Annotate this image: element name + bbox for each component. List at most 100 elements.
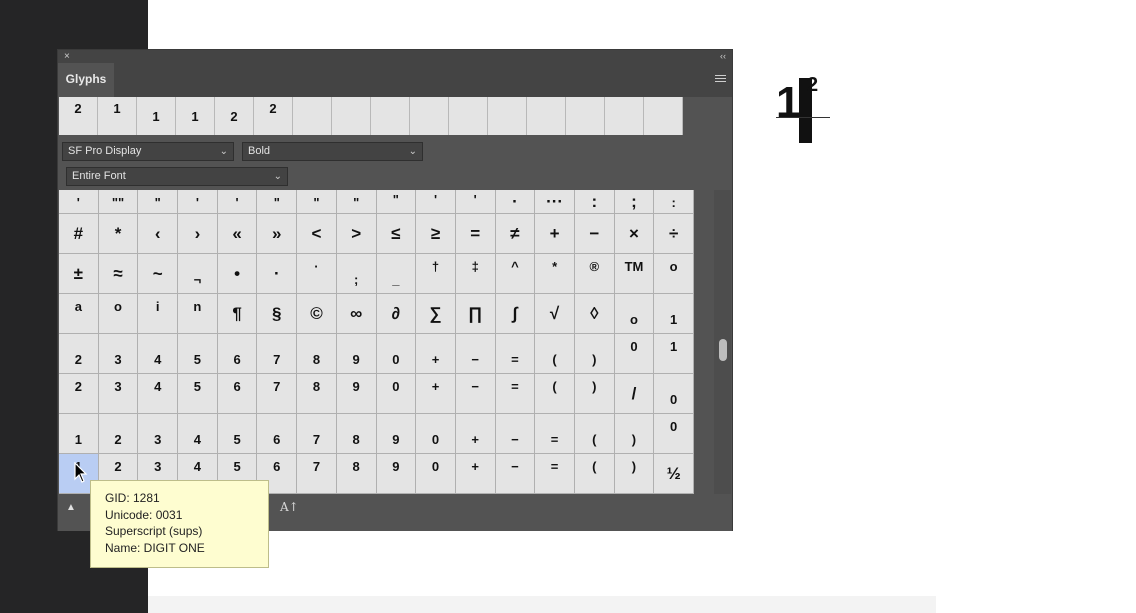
- glyph-cell[interactable]: 0: [416, 454, 456, 493]
- glyph-cell[interactable]: ≈: [99, 254, 139, 293]
- glyph-cell[interactable]: 8: [297, 374, 337, 413]
- glyph-cell[interactable]: −: [496, 414, 536, 453]
- glyph-cell[interactable]: *: [99, 214, 139, 253]
- glyph-cell[interactable]: (: [535, 334, 575, 373]
- glyph-cell[interactable]: ': [59, 190, 99, 213]
- glyph-cell[interactable]: 2: [59, 334, 99, 373]
- glyph-cell[interactable]: ∂: [377, 294, 417, 333]
- recent-glyph-cell[interactable]: [488, 97, 527, 135]
- glyph-cell[interactable]: ·: [496, 190, 536, 213]
- glyph-cell[interactable]: ‹: [138, 214, 179, 253]
- glyph-cell[interactable]: ©: [297, 294, 337, 333]
- glyph-cell[interactable]: =: [535, 454, 575, 493]
- glyph-cell[interactable]: i: [138, 294, 179, 333]
- glyph-cell[interactable]: 6: [257, 414, 298, 453]
- recent-glyph-cell[interactable]: 2: [254, 97, 293, 135]
- glyph-cell[interactable]: ≠: [496, 214, 536, 253]
- recent-glyph-cell[interactable]: [293, 97, 332, 135]
- glyph-cell[interactable]: _: [377, 254, 417, 293]
- glyph-cell[interactable]: +: [456, 414, 496, 453]
- glyph-cell[interactable]: ×: [615, 214, 655, 253]
- glyph-cell[interactable]: »: [257, 214, 298, 253]
- recent-glyph-cell[interactable]: [605, 97, 644, 135]
- glyph-cell[interactable]: a: [59, 294, 99, 333]
- glyph-cell[interactable]: (: [535, 374, 575, 413]
- glyph-cell[interactable]: 5: [218, 414, 258, 453]
- glyph-cell[interactable]: ÷: [654, 214, 694, 253]
- glyph-cell[interactable]: «: [218, 214, 258, 253]
- glyph-cell[interactable]: n: [178, 294, 218, 333]
- glyph-cell[interactable]: ◊: [575, 294, 615, 333]
- close-icon[interactable]: ×: [64, 50, 70, 63]
- glyph-cell[interactable]: o: [654, 254, 694, 293]
- recent-glyph-cell[interactable]: [644, 97, 683, 135]
- glyph-cell[interactable]: ±: [59, 254, 99, 293]
- glyph-cell[interactable]: ': [416, 190, 456, 213]
- recent-glyph-cell[interactable]: [566, 97, 605, 135]
- glyph-cell[interactable]: ·: [297, 254, 337, 293]
- glyph-cell[interactable]: ···: [535, 190, 575, 213]
- glyph-cell[interactable]: "": [99, 190, 139, 213]
- panel-title-bar[interactable]: × ‹‹: [58, 50, 732, 63]
- glyph-cell[interactable]: =: [496, 374, 536, 413]
- mountain-small-icon[interactable]: ▲: [66, 502, 76, 513]
- glyph-cell[interactable]: 7: [257, 334, 298, 373]
- glyph-cell[interactable]: 1: [59, 414, 99, 453]
- glyph-cell[interactable]: ): [575, 374, 615, 413]
- glyph-cell[interactable]: TM: [615, 254, 655, 293]
- glyph-cell[interactable]: 3: [138, 414, 179, 453]
- glyph-cell[interactable]: ": [138, 190, 179, 213]
- glyph-cell[interactable]: 8: [297, 334, 337, 373]
- glyph-cell[interactable]: ≥: [416, 214, 456, 253]
- glyph-cell[interactable]: 3: [99, 334, 139, 373]
- glyph-cell[interactable]: 6: [218, 374, 258, 413]
- glyph-cell[interactable]: o: [615, 294, 655, 333]
- glyph-cell[interactable]: ~: [138, 254, 179, 293]
- glyph-cell[interactable]: 4: [138, 334, 179, 373]
- recent-glyph-cell[interactable]: [527, 97, 566, 135]
- glyph-cell[interactable]: 5: [178, 374, 218, 413]
- recent-glyph-cell[interactable]: 1: [137, 97, 176, 135]
- tab-glyphs[interactable]: Glyphs: [58, 63, 114, 97]
- glyph-cell[interactable]: 9: [377, 454, 417, 493]
- glyph-cell[interactable]: 5: [178, 334, 218, 373]
- recent-glyph-cell[interactable]: [332, 97, 371, 135]
- glyph-cell[interactable]: ): [615, 454, 655, 493]
- glyph-cell[interactable]: ': [218, 190, 258, 213]
- recent-glyph-cell[interactable]: 1: [176, 97, 215, 135]
- glyph-cell[interactable]: >: [337, 214, 377, 253]
- glyph-cell[interactable]: ·: [257, 254, 298, 293]
- glyph-cell[interactable]: 7: [257, 374, 298, 413]
- glyph-cell[interactable]: ∑: [416, 294, 456, 333]
- glyph-cell[interactable]: =: [456, 214, 496, 253]
- glyph-cell[interactable]: (: [575, 454, 615, 493]
- glyph-cell[interactable]: ;: [615, 190, 655, 213]
- glyph-cell[interactable]: +: [416, 334, 456, 373]
- glyph-cell[interactable]: 9: [337, 374, 377, 413]
- glyph-cell[interactable]: 8: [337, 454, 377, 493]
- glyph-cell[interactable]: o: [99, 294, 139, 333]
- glyph-cell[interactable]: +: [456, 454, 496, 493]
- glyph-cell[interactable]: ): [575, 334, 615, 373]
- glyph-cell[interactable]: §: [257, 294, 298, 333]
- glyph-cell[interactable]: 3: [99, 374, 139, 413]
- glyph-cell[interactable]: *: [535, 254, 575, 293]
- glyph-cell[interactable]: 0: [377, 334, 417, 373]
- glyph-cell[interactable]: ": [257, 190, 298, 213]
- glyph-cell[interactable]: 0: [615, 334, 655, 373]
- glyph-cell[interactable]: ¬: [178, 254, 218, 293]
- glyph-cell[interactable]: 1: [654, 334, 694, 373]
- glyph-cell[interactable]: 0: [377, 374, 417, 413]
- glyph-cell[interactable]: 7: [297, 454, 337, 493]
- collapse-panel-icon[interactable]: ‹‹: [720, 50, 726, 63]
- glyph-cell[interactable]: (: [575, 414, 615, 453]
- glyph-cell[interactable]: 4: [138, 374, 179, 413]
- recent-glyph-cell[interactable]: 2: [59, 97, 98, 135]
- glyph-cell[interactable]: ‡: [456, 254, 496, 293]
- panel-menu-icon[interactable]: [715, 73, 726, 84]
- glyph-cell[interactable]: 0: [654, 374, 694, 413]
- glyph-cell[interactable]: 7: [297, 414, 337, 453]
- glyph-cell[interactable]: ∏: [456, 294, 496, 333]
- glyph-cell[interactable]: ': [178, 190, 218, 213]
- glyph-cell[interactable]: /: [615, 374, 655, 413]
